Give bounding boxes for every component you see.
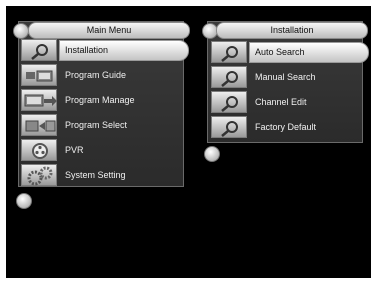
submenu-item-label: Auto Search <box>255 47 305 57</box>
main-menu-bottom-knob-icon <box>16 193 32 209</box>
menu-item-label: Program Guide <box>65 70 127 80</box>
program-guide-icon <box>21 64 57 86</box>
main-menu-title: Main Menu <box>28 22 190 39</box>
submenu-item-factory-default[interactable]: Factory Default <box>211 116 371 138</box>
program-manage-icon <box>21 89 57 111</box>
main-menu-title-knob-icon <box>13 23 29 39</box>
magnifier-icon <box>211 66 247 88</box>
film-reel-icon <box>21 139 57 161</box>
submenu-item-manual-search[interactable]: Manual Search <box>211 66 371 88</box>
menu-item-program-manage[interactable]: Program Manage <box>21 89 189 111</box>
gears-icon <box>21 164 57 186</box>
magnifier-icon <box>211 41 247 63</box>
menu-item-label: System Setting <box>65 170 126 180</box>
menu-item-program-select[interactable]: Program Select <box>21 114 189 136</box>
menu-item-label: Installation <box>65 45 109 55</box>
menu-item-program-guide[interactable]: Program Guide <box>21 64 189 86</box>
menu-item-system-setting[interactable]: System Setting <box>21 164 189 186</box>
submenu-item-channel-edit[interactable]: Channel Edit <box>211 91 371 113</box>
magnifier-icon <box>211 116 247 138</box>
menu-item-label: Program Select <box>65 120 128 130</box>
menu-item-pvr[interactable]: PVR <box>21 139 189 161</box>
submenu-item-label: Manual Search <box>255 72 316 82</box>
program-select-icon <box>21 114 57 136</box>
menu-item-installation[interactable]: Installation <box>21 39 189 61</box>
installation-panel: Installation Auto Search Manual Search C… <box>197 6 371 166</box>
submenu-item-label: Factory Default <box>255 122 317 132</box>
installation-title: Installation <box>216 22 368 39</box>
submenu-item-auto-search[interactable]: Auto Search <box>211 41 371 63</box>
submenu-item-label: Channel Edit <box>255 97 307 107</box>
magnifier-icon <box>21 39 57 61</box>
magnifier-icon <box>211 91 247 113</box>
installation-bottom-knob-icon <box>204 146 220 162</box>
menu-item-label: PVR <box>65 145 84 155</box>
main-menu-panel: Main Menu Installation Program Guide Pro… <box>6 6 196 209</box>
tv-screen: Main Menu Installation Program Guide Pro… <box>6 6 371 278</box>
menu-item-label: Program Manage <box>65 95 135 105</box>
